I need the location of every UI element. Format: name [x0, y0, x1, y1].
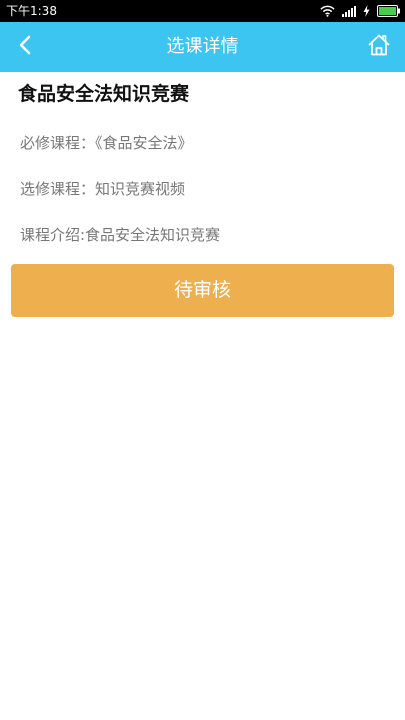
back-button[interactable] [10, 32, 40, 62]
page-title: 选课详情 [166, 36, 239, 57]
home-button[interactable] [363, 31, 395, 63]
status-bar: 下午1:38 [0, 0, 405, 22]
title-bar: 选课详情 [0, 22, 405, 72]
battery-icon [377, 5, 401, 17]
charging-icon [363, 5, 370, 17]
required-course-text: 必修课程：《食品安全法》 [20, 134, 193, 152]
elective-course-text: 选修课程：知识竞赛视频 [20, 180, 186, 198]
home-icon [367, 33, 391, 61]
course-name: 食品安全法知识竞赛 [18, 83, 190, 105]
wifi-icon [320, 5, 335, 17]
course-intro-text: 课程介绍:食品安全法知识竞赛 [20, 226, 221, 244]
status-icons [320, 0, 401, 22]
chevron-left-icon [18, 35, 32, 59]
status-time: 下午1:38 [6, 4, 57, 18]
pending-review-button[interactable]: 待审核 [11, 264, 394, 317]
signal-icon [342, 5, 356, 17]
